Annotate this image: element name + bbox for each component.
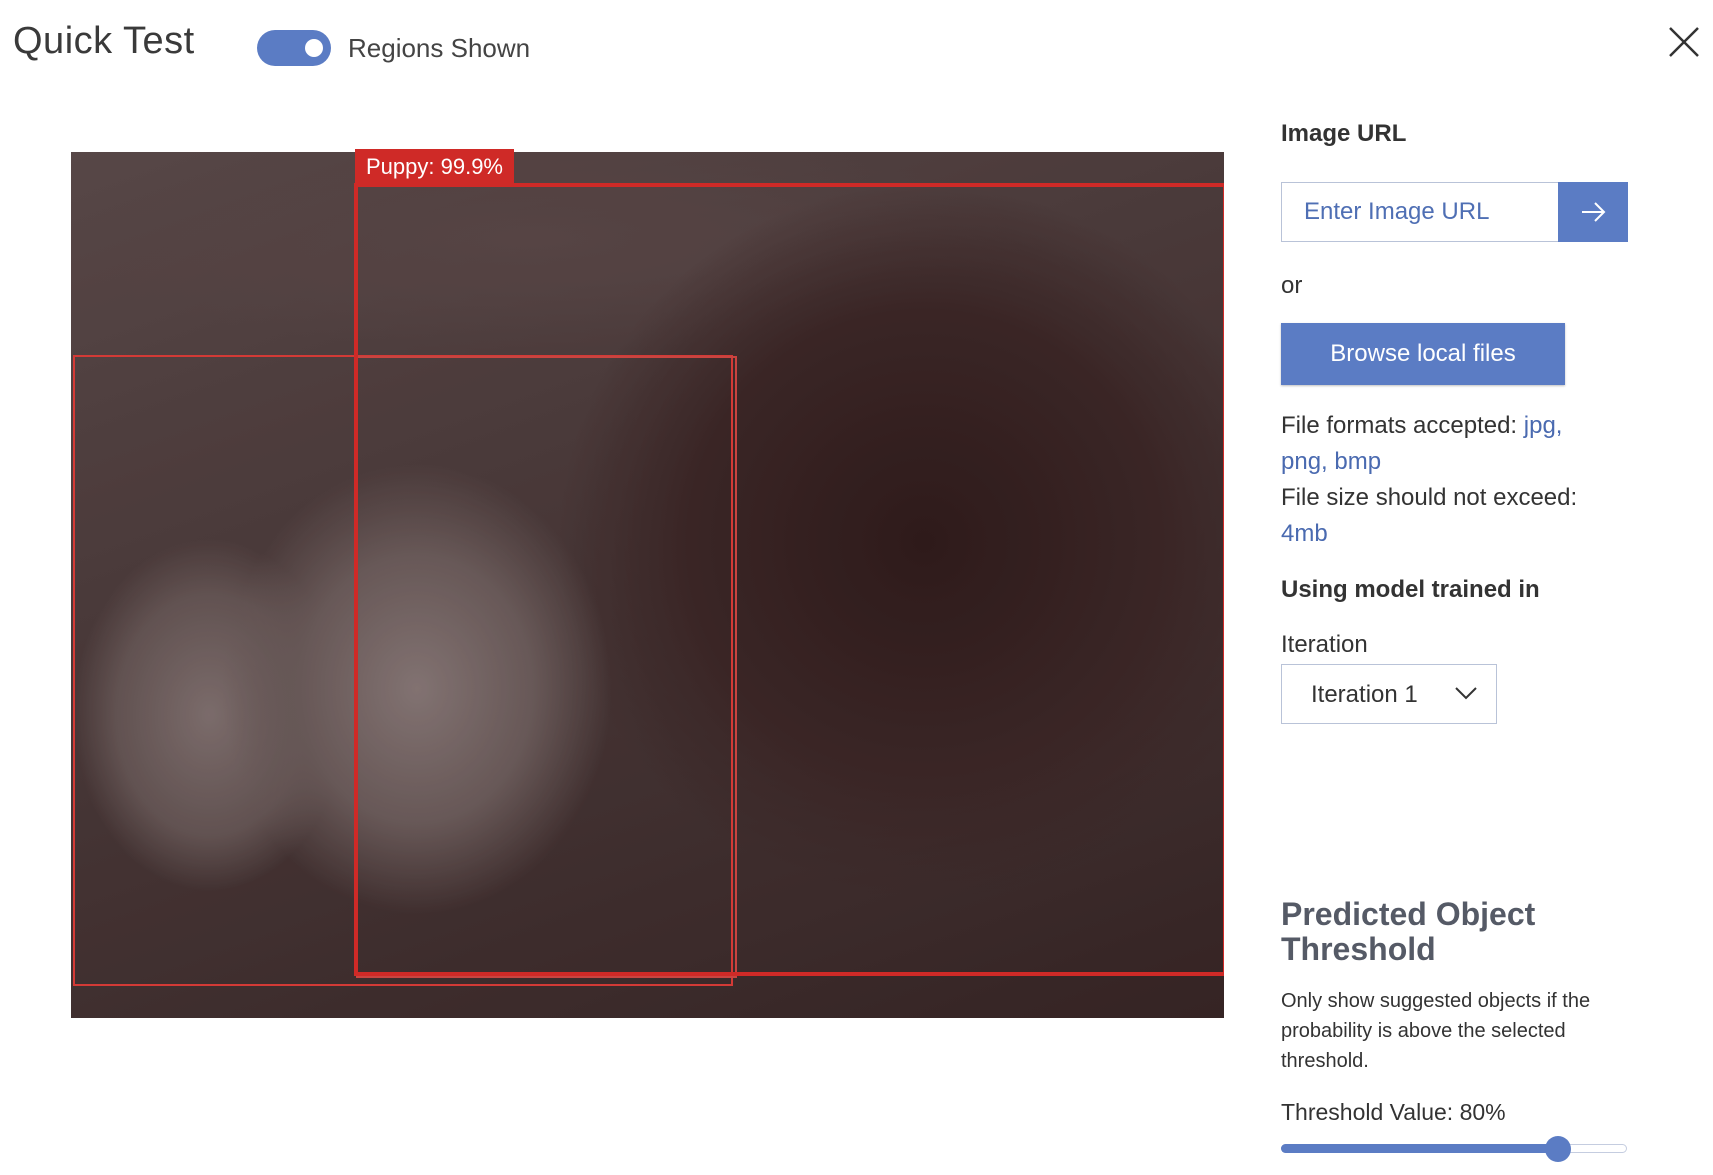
- iteration-label: Iteration: [1281, 631, 1368, 658]
- chevron-down-icon: [1455, 687, 1477, 700]
- slider-thumb[interactable]: [1544, 1136, 1571, 1162]
- regions-shown-toggle[interactable]: [257, 30, 331, 66]
- file-size-label: File size should not exceed:: [1281, 484, 1578, 511]
- or-text: or: [1281, 272, 1303, 299]
- browse-local-files-button[interactable]: Browse local files: [1281, 323, 1565, 385]
- page-title: Quick Test: [13, 20, 195, 62]
- model-label: Using model trained in: [1281, 576, 1540, 603]
- arrow-right-icon: [1582, 202, 1606, 222]
- image-url-input[interactable]: [1281, 182, 1558, 242]
- file-size-value: 4mb: [1281, 520, 1328, 547]
- region-box-puppy[interactable]: [354, 183, 1224, 976]
- iteration-selected-value: Iteration 1: [1311, 681, 1418, 708]
- iteration-select[interactable]: Iteration 1: [1281, 664, 1497, 724]
- threshold-slider[interactable]: [1281, 1136, 1627, 1162]
- file-formats-info: File formats accepted: jpg, png, bmp: [1281, 408, 1601, 480]
- regions-shown-label: Regions Shown: [348, 33, 531, 63]
- test-image: [71, 152, 1224, 1018]
- toggle-knob: [305, 39, 323, 57]
- image-url-label: Image URL: [1281, 120, 1407, 147]
- threshold-title: Predicted Object Threshold: [1281, 896, 1536, 967]
- file-size-info: File size should not exceed: 4mb: [1281, 480, 1601, 552]
- submit-url-button[interactable]: [1558, 182, 1628, 242]
- threshold-description: Only show suggested objects if the proba…: [1281, 990, 1591, 1072]
- threshold-value-label: Threshold Value: 80%: [1281, 1099, 1506, 1125]
- close-icon: [1669, 27, 1699, 57]
- close-button[interactable]: [1666, 24, 1702, 60]
- region-label-puppy: Puppy: 99.9%: [355, 149, 514, 185]
- file-formats-label: File formats accepted:: [1281, 412, 1524, 439]
- slider-fill: [1281, 1144, 1558, 1153]
